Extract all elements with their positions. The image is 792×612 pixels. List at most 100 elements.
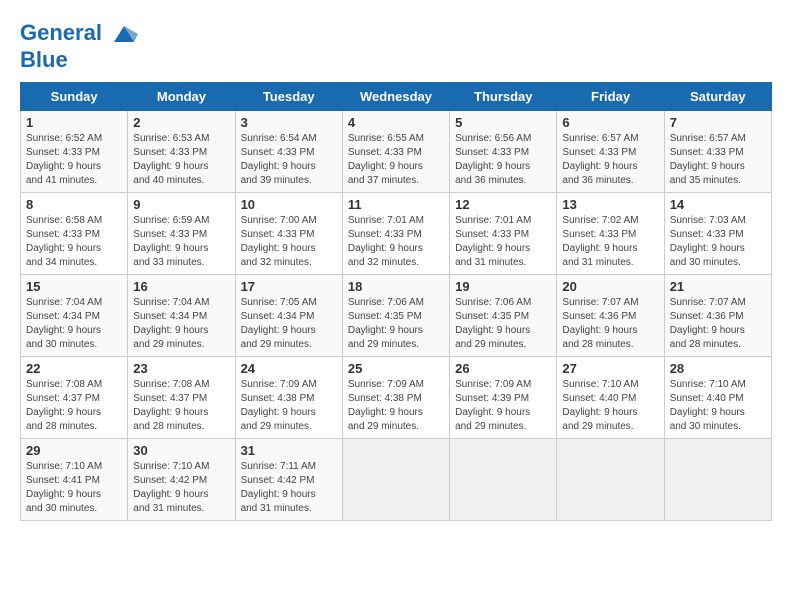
header-cell-monday: Monday	[128, 83, 235, 111]
day-info: Sunrise: 7:01 AMSunset: 4:33 PMDaylight:…	[455, 215, 531, 268]
day-number: 3	[241, 115, 337, 130]
header-cell-saturday: Saturday	[664, 83, 771, 111]
day-info: Sunrise: 7:11 AMSunset: 4:42 PMDaylight:…	[241, 461, 316, 514]
day-info: Sunrise: 7:08 AMSunset: 4:37 PMDaylight:…	[26, 379, 102, 432]
day-info: Sunrise: 7:07 AMSunset: 4:36 PMDaylight:…	[670, 297, 746, 350]
calendar-day-14: 14 Sunrise: 7:03 AMSunset: 4:33 PMDayligh…	[664, 193, 771, 275]
day-info: Sunrise: 7:05 AMSunset: 4:34 PMDaylight:…	[241, 297, 317, 350]
calendar-day-1: 1 Sunrise: 6:52 AMSunset: 4:33 PMDaylight…	[21, 111, 128, 193]
calendar-table: SundayMondayTuesdayWednesdayThursdayFrid…	[20, 82, 772, 521]
day-info: Sunrise: 7:10 AMSunset: 4:40 PMDaylight:…	[670, 379, 746, 432]
day-number: 12	[455, 197, 551, 212]
header-cell-wednesday: Wednesday	[342, 83, 449, 111]
day-number: 28	[670, 361, 766, 376]
calendar-day-4: 4 Sunrise: 6:55 AMSunset: 4:33 PMDaylight…	[342, 111, 449, 193]
calendar-day-24: 24Sunrise: 7:09 AMSunset: 4:38 PMDayligh…	[235, 357, 342, 439]
calendar-day-7: 7Sunrise: 6:57 AMSunset: 4:33 PMDaylight…	[664, 111, 771, 193]
day-number: 20	[562, 279, 658, 294]
logo-text: General	[20, 20, 138, 48]
header-cell-sunday: Sunday	[21, 83, 128, 111]
day-number: 22	[26, 361, 122, 376]
calendar-day-30: 30 Sunrise: 7:10 AMSunset: 4:42 PMDayligh…	[128, 439, 235, 521]
day-info: Sunrise: 7:10 AMSunset: 4:42 PMDaylight:…	[133, 461, 209, 514]
calendar-day-27: 27 Sunrise: 7:10 AMSunset: 4:40 PMDayligh…	[557, 357, 664, 439]
calendar-day-17: 17 Sunrise: 7:05 AMSunset: 4:34 PMDayligh…	[235, 275, 342, 357]
calendar-day-empty	[664, 439, 771, 521]
calendar-day-29: 29 Sunrise: 7:10 AMSunset: 4:41 PMDayligh…	[21, 439, 128, 521]
header-cell-thursday: Thursday	[450, 83, 557, 111]
calendar-day-9: 9 Sunrise: 6:59 AMSunset: 4:33 PMDaylight…	[128, 193, 235, 275]
calendar-day-31: 31 Sunrise: 7:11 AMSunset: 4:42 PMDayligh…	[235, 439, 342, 521]
day-number: 14	[670, 197, 766, 212]
day-info: Sunrise: 7:07 AMSunset: 4:36 PMDaylight:…	[562, 297, 638, 350]
calendar-week-2: 15 Sunrise: 7:04 AMSunset: 4:34 PMDayligh…	[21, 275, 772, 357]
calendar-day-10: 10Sunrise: 7:00 AMSunset: 4:33 PMDayligh…	[235, 193, 342, 275]
calendar-day-3: 3Sunrise: 6:54 AMSunset: 4:33 PMDaylight…	[235, 111, 342, 193]
day-number: 1	[26, 115, 122, 130]
day-number: 6	[562, 115, 658, 130]
day-number: 2	[133, 115, 229, 130]
day-info: Sunrise: 7:04 AMSunset: 4:34 PMDaylight:…	[133, 297, 209, 350]
day-number: 17	[241, 279, 337, 294]
day-number: 26	[455, 361, 551, 376]
calendar-day-20: 20 Sunrise: 7:07 AMSunset: 4:36 PMDayligh…	[557, 275, 664, 357]
day-number: 29	[26, 443, 122, 458]
calendar-week-4: 29 Sunrise: 7:10 AMSunset: 4:41 PMDayligh…	[21, 439, 772, 521]
day-number: 19	[455, 279, 551, 294]
day-info: Sunrise: 7:04 AMSunset: 4:34 PMDaylight:…	[26, 297, 102, 350]
header-cell-tuesday: Tuesday	[235, 83, 342, 111]
calendar-day-12: 12 Sunrise: 7:01 AMSunset: 4:33 PMDayligh…	[450, 193, 557, 275]
day-info: Sunrise: 7:00 AMSunset: 4:33 PMDaylight:…	[241, 215, 317, 268]
day-info: Sunrise: 6:52 AMSunset: 4:33 PMDaylight:…	[26, 133, 102, 186]
day-info: Sunrise: 7:06 AMSunset: 4:35 PMDaylight:…	[455, 297, 531, 350]
header-row: SundayMondayTuesdayWednesdayThursdayFrid…	[21, 83, 772, 111]
calendar-day-23: 23Sunrise: 7:08 AMSunset: 4:37 PMDayligh…	[128, 357, 235, 439]
day-info: Sunrise: 6:57 AMSunset: 4:33 PMDaylight:…	[670, 133, 746, 186]
calendar-day-25: 25 Sunrise: 7:09 AMSunset: 4:38 PMDayligh…	[342, 357, 449, 439]
calendar-day-empty	[557, 439, 664, 521]
day-info: Sunrise: 6:55 AMSunset: 4:33 PMDaylight:…	[348, 133, 424, 186]
calendar-day-13: 13 Sunrise: 7:02 AMSunset: 4:33 PMDayligh…	[557, 193, 664, 275]
day-info: Sunrise: 6:56 AMSunset: 4:33 PMDaylight:…	[455, 133, 531, 186]
day-info: Sunrise: 6:53 AMSunset: 4:33 PMDaylight:…	[133, 133, 209, 186]
day-number: 4	[348, 115, 444, 130]
day-info: Sunrise: 6:59 AMSunset: 4:33 PMDaylight:…	[133, 215, 209, 268]
calendar-day-16: 16 Sunrise: 7:04 AMSunset: 4:34 PMDayligh…	[128, 275, 235, 357]
calendar-week-1: 8 Sunrise: 6:58 AMSunset: 4:33 PMDaylight…	[21, 193, 772, 275]
calendar-day-21: 21Sunrise: 7:07 AMSunset: 4:36 PMDayligh…	[664, 275, 771, 357]
day-number: 23	[133, 361, 229, 376]
logo-line2: Blue	[20, 48, 138, 72]
calendar-week-0: 1 Sunrise: 6:52 AMSunset: 4:33 PMDaylight…	[21, 111, 772, 193]
logo: General Blue	[20, 20, 138, 72]
day-info: Sunrise: 7:02 AMSunset: 4:33 PMDaylight:…	[562, 215, 638, 268]
calendar-day-empty	[342, 439, 449, 521]
day-number: 13	[562, 197, 658, 212]
day-info: Sunrise: 6:58 AMSunset: 4:33 PMDaylight:…	[26, 215, 102, 268]
day-number: 8	[26, 197, 122, 212]
day-number: 15	[26, 279, 122, 294]
day-number: 5	[455, 115, 551, 130]
day-info: Sunrise: 6:57 AMSunset: 4:33 PMDaylight:…	[562, 133, 638, 186]
day-info: Sunrise: 7:10 AMSunset: 4:40 PMDaylight:…	[562, 379, 638, 432]
day-info: Sunrise: 7:03 AMSunset: 4:33 PMDaylight:…	[670, 215, 746, 268]
day-info: Sunrise: 7:01 AMSunset: 4:33 PMDaylight:…	[348, 215, 424, 268]
day-info: Sunrise: 7:09 AMSunset: 4:38 PMDaylight:…	[348, 379, 424, 432]
calendar-day-28: 28 Sunrise: 7:10 AMSunset: 4:40 PMDayligh…	[664, 357, 771, 439]
day-number: 30	[133, 443, 229, 458]
day-number: 11	[348, 197, 444, 212]
calendar-day-2: 2 Sunrise: 6:53 AMSunset: 4:33 PMDaylight…	[128, 111, 235, 193]
logo-icon	[110, 20, 138, 48]
day-number: 27	[562, 361, 658, 376]
logo-line1: General	[20, 20, 102, 45]
day-info: Sunrise: 7:10 AMSunset: 4:41 PMDaylight:…	[26, 461, 102, 514]
day-number: 25	[348, 361, 444, 376]
calendar-day-19: 19 Sunrise: 7:06 AMSunset: 4:35 PMDayligh…	[450, 275, 557, 357]
calendar-day-5: 5 Sunrise: 6:56 AMSunset: 4:33 PMDaylight…	[450, 111, 557, 193]
day-number: 16	[133, 279, 229, 294]
day-number: 9	[133, 197, 229, 212]
calendar-day-26: 26Sunrise: 7:09 AMSunset: 4:39 PMDayligh…	[450, 357, 557, 439]
day-number: 31	[241, 443, 337, 458]
day-info: Sunrise: 7:06 AMSunset: 4:35 PMDaylight:…	[348, 297, 424, 350]
calendar-day-22: 22 Sunrise: 7:08 AMSunset: 4:37 PMDayligh…	[21, 357, 128, 439]
calendar-day-empty	[450, 439, 557, 521]
